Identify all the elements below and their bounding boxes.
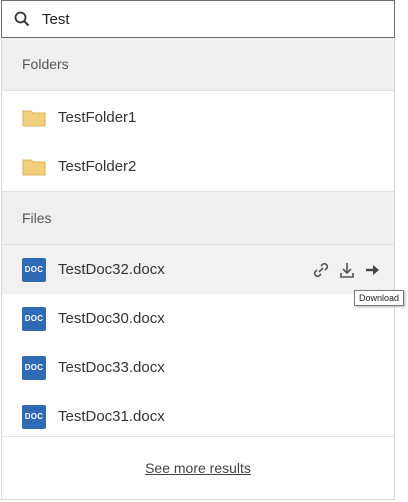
arrow-right-icon[interactable]: [364, 261, 382, 279]
doc-icon: DOC: [22, 257, 46, 282]
search-bar[interactable]: [1, 0, 395, 38]
search-input[interactable]: [40, 9, 344, 29]
link-icon[interactable]: [312, 261, 330, 279]
results-footer: See more results: [2, 436, 394, 499]
folder-label: TestFolder1: [58, 109, 137, 126]
folder-icon: [22, 108, 46, 127]
file-label: TestDoc33.docx: [58, 359, 165, 376]
file-item[interactable]: DOC TestDoc31.docx: [2, 392, 394, 441]
doc-icon: DOC: [22, 404, 46, 429]
file-item[interactable]: DOC TestDoc32.docx: [2, 245, 394, 294]
folder-item[interactable]: TestFolder2: [2, 142, 394, 191]
folder-item[interactable]: TestFolder1: [2, 93, 394, 142]
download-tooltip: Download: [354, 290, 405, 306]
download-icon[interactable]: [338, 261, 356, 279]
file-label: TestDoc31.docx: [58, 408, 165, 425]
see-more-results-link[interactable]: See more results: [145, 460, 251, 476]
folders-section-header: Folders: [2, 38, 394, 91]
search-icon: [14, 11, 30, 27]
files-section-header: Files: [2, 191, 394, 245]
search-results-panel: Folders TestFolder1 TestFolder2 Files DO…: [1, 38, 395, 500]
row-actions: [312, 245, 382, 294]
file-item[interactable]: DOC TestDoc30.docx: [2, 294, 394, 343]
folder-icon: [22, 157, 46, 176]
file-label: TestDoc30.docx: [58, 310, 165, 327]
doc-icon: DOC: [22, 355, 46, 380]
doc-icon: DOC: [22, 306, 46, 331]
file-label: TestDoc32.docx: [58, 261, 165, 278]
file-item[interactable]: DOC TestDoc33.docx: [2, 343, 394, 392]
folder-label: TestFolder2: [58, 158, 137, 175]
